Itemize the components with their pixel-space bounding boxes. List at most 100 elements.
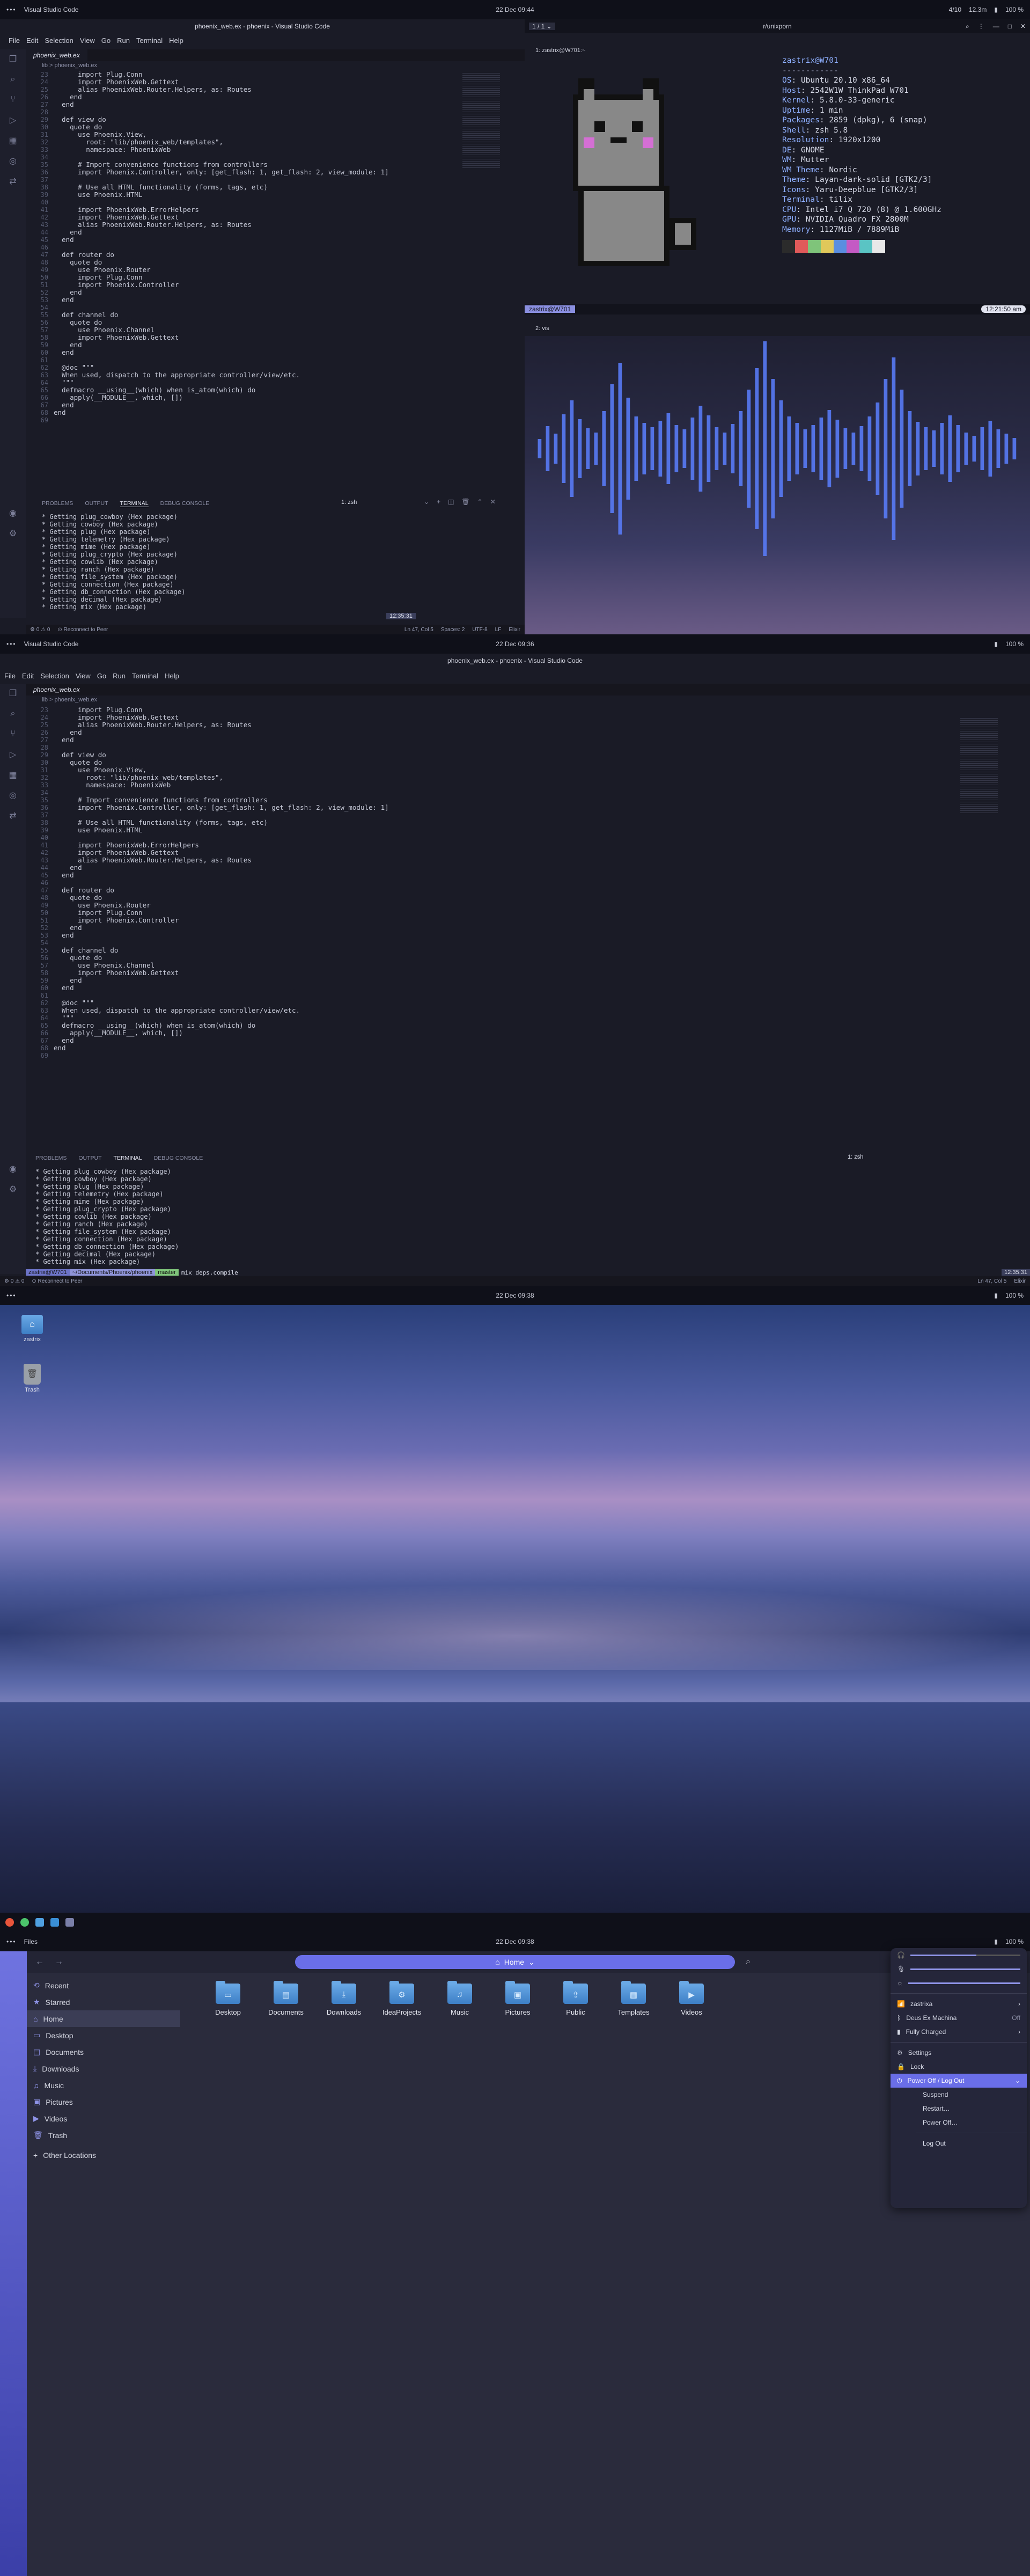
menu-go[interactable]: Go — [101, 36, 111, 45]
sidebar-item-music[interactable]: ♫ Music — [27, 2077, 180, 2094]
lock-item[interactable]: 🔒 Lock — [891, 2060, 1027, 2074]
sidebar-item-downloads[interactable]: ⤓ Downloads — [27, 2060, 180, 2077]
close-icon[interactable]: ✕ — [490, 498, 496, 506]
bluetooth-item[interactable]: ᛒ Deus Ex Machina Off — [891, 2011, 1027, 2025]
run-debug-icon[interactable]: ▷ — [6, 114, 19, 127]
minimap[interactable] — [462, 73, 500, 170]
folder-videos[interactable]: ▶ Videos — [667, 1981, 716, 2016]
tab-phoenix-web[interactable]: phoenix_web.ex — [26, 686, 87, 693]
status-problems[interactable]: ⚙ 0 ⚠ 0 — [4, 1278, 24, 1284]
terminal-output-2[interactable]: * Getting plug_cowboy (Hex package) * Ge… — [35, 1168, 179, 1265]
trash-icon[interactable]: 🗑 — [461, 498, 469, 506]
tab-phoenix-web[interactable]: phoenix_web.ex — [26, 49, 87, 61]
app-menu[interactable]: Visual Studio Code — [24, 640, 79, 648]
menu-file[interactable]: File — [4, 672, 16, 680]
sidebar-item-trash[interactable]: 🗑 Trash — [27, 2127, 180, 2143]
status-liveshare[interactable]: ⊙ Reconnect to Peer — [32, 1278, 82, 1284]
menu-view[interactable]: View — [76, 672, 91, 680]
menu-terminal[interactable]: Terminal — [132, 672, 158, 680]
sidebar-item-videos[interactable]: ▶ Videos — [27, 2110, 180, 2127]
activities-dots-icon[interactable]: ••• — [6, 640, 17, 648]
settings-gear-icon[interactable]: ⚙ — [6, 527, 19, 540]
prompt-command[interactable]: mix deps.compile — [179, 1269, 241, 1276]
menu-view[interactable]: View — [80, 36, 95, 45]
vscode-icon[interactable] — [50, 1918, 59, 1927]
power-off-submenu-item[interactable]: Power Off… — [916, 2116, 1027, 2129]
status-cursor[interactable]: Ln 47, Col 5 — [977, 1278, 1006, 1284]
explorer-icon[interactable]: ❐ — [6, 53, 19, 65]
battery-icon[interactable]: ▮ — [994, 6, 998, 13]
terminal-select-2[interactable]: 1: zsh — [848, 1154, 863, 1160]
tab-terminal[interactable]: TERMINAL — [114, 1155, 142, 1161]
pane2-title[interactable]: 2: vis — [535, 325, 549, 332]
terminal-select[interactable]: 1: zsh — [341, 499, 357, 506]
terminal-output[interactable]: * Getting plug_cowboy (Hex package) * Ge… — [42, 513, 185, 611]
tab-output[interactable]: OUTPUT — [78, 1155, 101, 1161]
status-indent[interactable]: Spaces: 2 — [441, 627, 465, 633]
app-menu[interactable]: Visual Studio Code — [24, 6, 79, 13]
explorer-icon[interactable]: ❐ — [6, 687, 19, 700]
tab-terminal[interactable]: TERMINAL — [120, 500, 149, 507]
menu-go[interactable]: Go — [97, 672, 106, 680]
search-icon[interactable]: ⌕ — [746, 1957, 751, 1967]
sidebar-item-pictures[interactable]: ▣ Pictures — [27, 2094, 180, 2110]
tab-debug-console[interactable]: DEBUG CONSOLE — [154, 1155, 203, 1161]
activities-dots-icon[interactable]: ••• — [6, 1938, 17, 1945]
chevron-down-icon[interactable]: ⌄ — [424, 498, 429, 506]
source-control-icon[interactable]: ⑂ — [6, 93, 19, 106]
status-liveshare[interactable]: ⊙ Reconnect to Peer — [57, 627, 108, 633]
back-icon[interactable]: ← — [35, 1957, 44, 1967]
battery-icon[interactable]: ▮ — [994, 1938, 998, 1945]
sidebar-item-documents[interactable]: ▤ Documents — [27, 2044, 180, 2060]
account-icon[interactable]: ◉ — [6, 1162, 19, 1175]
firefox-icon[interactable] — [5, 1918, 14, 1927]
activities-dots-icon[interactable]: ••• — [6, 6, 17, 13]
clock[interactable]: 22 Dec 09:38 — [0, 1292, 1030, 1299]
folder-templates[interactable]: ▦ Templates — [609, 1981, 658, 2016]
path-home[interactable]: Home — [504, 1958, 524, 1966]
status-encoding[interactable]: UTF-8 — [472, 627, 487, 633]
tab-problems[interactable]: PROBLEMS — [42, 500, 73, 507]
app-menu[interactable]: Files — [24, 1938, 38, 1945]
live-share-icon[interactable]: ⇄ — [6, 809, 19, 822]
sidebar-item-home[interactable]: ⌂ Home — [27, 2010, 180, 2027]
menu-terminal[interactable]: Terminal — [136, 36, 163, 45]
status-language[interactable]: Elixir — [509, 627, 520, 633]
code-editor[interactable]: import Plug.Conn import PhoenixWeb.Gette… — [54, 71, 389, 416]
minimap-2[interactable] — [960, 718, 998, 815]
desktop-icon-trash[interactable]: 🗑 Trash — [16, 1364, 48, 1393]
sidebar-item-desktop[interactable]: ▭ Desktop — [27, 2027, 180, 2044]
extensions-icon[interactable]: ▦ — [6, 134, 19, 147]
menu-edit[interactable]: Edit — [22, 672, 34, 680]
chevron-down-icon[interactable]: ⌄ — [528, 1958, 535, 1967]
extensions-icon[interactable]: ▦ — [6, 769, 19, 781]
breadcrumb-2[interactable]: lib > phoenix_web.ex — [42, 697, 97, 703]
menu-run[interactable]: Run — [117, 36, 130, 45]
files-icon[interactable] — [35, 1918, 44, 1927]
power-off-item[interactable]: ⏻ Power Off / Log Out ⌄ — [891, 2074, 1027, 2088]
sidebar-item-recent[interactable]: ⟲ Recent — [27, 1977, 180, 1994]
desktop-icon-home[interactable]: ⌂ zastrix — [16, 1315, 48, 1343]
clock[interactable]: 22 Dec 09:44 — [0, 6, 1030, 13]
split-icon[interactable]: ◫ — [448, 498, 454, 506]
folder-downloads[interactable]: ⤓ Downloads — [320, 1981, 368, 2016]
folder-documents[interactable]: ▤ Documents — [262, 1981, 310, 2016]
pane1-title[interactable]: 1: zastrix@W701:~ — [535, 47, 585, 54]
battery-icon[interactable]: ▮ — [994, 1292, 998, 1299]
menu-help[interactable]: Help — [165, 672, 179, 680]
forward-icon[interactable]: → — [55, 1957, 63, 1967]
search-icon[interactable]: ⌕ — [6, 73, 19, 86]
folder-desktop[interactable]: ▭ Desktop — [204, 1981, 252, 2016]
clock[interactable]: 22 Dec 09:38 — [0, 1938, 1030, 1945]
status-eol[interactable]: LF — [495, 627, 502, 633]
sidebar-item-other-locations[interactable]: + Other Locations — [27, 2147, 180, 2163]
log-out-item[interactable]: Log Out — [916, 2136, 1027, 2150]
menu-selection[interactable]: Selection — [45, 36, 73, 45]
account-icon[interactable]: ◉ — [6, 507, 19, 519]
sidebar-item-starred[interactable]: ★ Starred — [27, 1994, 180, 2010]
remote-icon[interactable]: ◎ — [6, 155, 19, 167]
source-control-icon[interactable]: ⑂ — [6, 728, 19, 741]
live-share-icon[interactable]: ⇄ — [6, 175, 19, 188]
wifi-item[interactable]: 📶 zastrixa › — [891, 1997, 1027, 2011]
settings-gear-icon[interactable]: ⚙ — [6, 1183, 19, 1196]
